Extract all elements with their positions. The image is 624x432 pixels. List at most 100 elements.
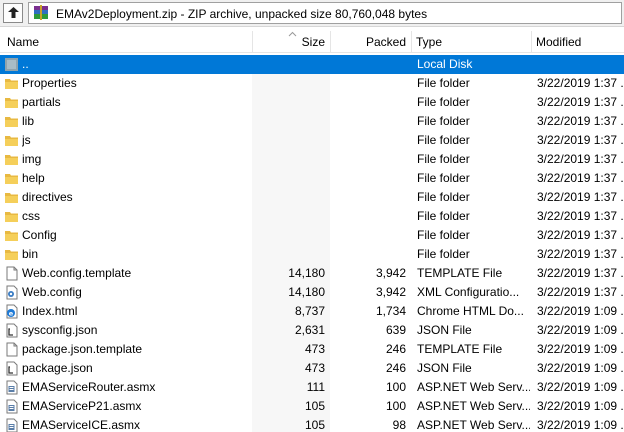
row-size: 8,737: [294, 304, 325, 318]
folder-icon: [5, 250, 18, 260]
row-type: TEMPLATE File: [417, 342, 503, 356]
file-list-row[interactable]: Web.config 14,180 3,942 XML Configuratio...…: [0, 283, 624, 302]
file-list-row[interactable]: css File folder 3/22/2019 1:37 ...: [0, 207, 624, 226]
row-type: ASP.NET Web Serv...: [417, 380, 530, 394]
row-modified: 3/22/2019 1:37 ...: [537, 152, 624, 166]
file-list-row[interactable]: Config File folder 3/22/2019 1:37 ...: [0, 226, 624, 245]
file-icon: [6, 342, 18, 357]
file-list: .. Local Disk Properties File folder 3/22/20…: [0, 55, 624, 432]
row-type: File folder: [417, 190, 470, 204]
row-name: ..: [22, 57, 29, 71]
column-header-type[interactable]: Type: [411, 31, 531, 53]
row-type: Chrome HTML Do...: [417, 304, 524, 318]
row-modified: 3/22/2019 1:09 ...: [537, 342, 624, 356]
row-modified: 3/22/2019 1:09 ...: [537, 323, 624, 337]
up-one-level-button[interactable]: [3, 3, 23, 23]
file-list-row[interactable]: lib File folder 3/22/2019 1:37 ...: [0, 112, 624, 131]
row-packed: 100: [385, 380, 406, 394]
up-folder-icon: [5, 58, 18, 71]
row-packed: 3,942: [375, 285, 406, 299]
row-name: Web.config: [22, 285, 82, 299]
row-size: [252, 207, 325, 226]
row-packed: 100: [385, 399, 406, 413]
row-type: File folder: [417, 247, 470, 261]
row-type: TEMPLATE File: [417, 266, 503, 280]
row-name: EMAServiceICE.asmx: [22, 418, 141, 432]
config-file-icon: [6, 285, 18, 300]
file-list-row[interactable]: .. Local Disk: [0, 55, 624, 74]
row-packed: [331, 131, 406, 150]
row-modified: 3/22/2019 1:09 ...: [537, 304, 624, 318]
row-type: File folder: [417, 133, 470, 147]
file-list-row[interactable]: EMAServiceRouter.asmx 111 100 ASP.NET Web S…: [0, 378, 624, 397]
row-name: lib: [22, 114, 35, 128]
row-size: [252, 245, 325, 264]
folder-icon: [5, 231, 18, 241]
row-size: [252, 74, 325, 93]
svg-text:e: e: [9, 310, 14, 318]
folder-icon: [5, 79, 18, 89]
row-size: 105: [304, 399, 325, 413]
file-list-row[interactable]: Web.config.template 14,180 3,942 TEMPLATE F…: [0, 264, 624, 283]
file-list-row[interactable]: img File folder 3/22/2019 1:37 ...: [0, 150, 624, 169]
row-name: EMAServiceRouter.asmx: [22, 380, 156, 394]
row-packed: [331, 150, 406, 169]
row-name: sysconfig.json: [22, 323, 98, 337]
row-packed: 639: [385, 323, 406, 337]
row-name: bin: [22, 247, 39, 261]
row-modified: 3/22/2019 1:37 ...: [537, 285, 624, 299]
file-list-row[interactable]: e Index.html 8,737 1,734 Chrome HTML Do... 3/…: [0, 302, 624, 321]
row-packed: 1,734: [375, 304, 406, 318]
row-packed: [331, 207, 406, 226]
row-modified: 3/22/2019 1:09 ...: [537, 418, 624, 432]
row-name: directives: [22, 190, 73, 204]
column-header-packed[interactable]: Packed: [330, 31, 411, 53]
row-size: 14,180: [288, 266, 325, 280]
row-modified: 3/22/2019 1:37 ...: [537, 247, 624, 261]
row-type: File folder: [417, 114, 470, 128]
row-modified: 3/22/2019 1:09 ...: [537, 361, 624, 375]
column-header-modified[interactable]: Modified: [531, 31, 624, 53]
row-size: [252, 188, 325, 207]
path-field[interactable]: EMAv2Deployment.zip - ZIP archive, unpac…: [28, 2, 622, 24]
row-packed: [331, 169, 406, 188]
row-packed: [331, 226, 406, 245]
file-list-row[interactable]: package.json 473 246 JSON File 3/22/2019 1:0…: [0, 359, 624, 378]
file-list-row[interactable]: partials File folder 3/22/2019 1:37 ...: [0, 93, 624, 112]
row-modified: 3/22/2019 1:37 ...: [537, 266, 624, 280]
json-file-icon: [6, 323, 18, 338]
row-type: ASP.NET Web Serv...: [417, 399, 530, 413]
file-icon: [6, 266, 18, 281]
row-type: JSON File: [417, 323, 472, 337]
file-list-row[interactable]: js File folder 3/22/2019 1:37 ...: [0, 131, 624, 150]
file-list-row[interactable]: Properties File folder 3/22/2019 1:37 ...: [0, 74, 624, 93]
row-packed: [331, 188, 406, 207]
file-list-row[interactable]: help File folder 3/22/2019 1:37 ...: [0, 169, 624, 188]
folder-icon: [5, 193, 18, 203]
row-modified: 3/22/2019 1:37 ...: [537, 228, 624, 242]
row-name: css: [22, 209, 40, 223]
row-type: XML Configuratio...: [417, 285, 520, 299]
row-name: help: [22, 171, 45, 185]
file-list-row[interactable]: EMAServiceP21.asmx 105 100 ASP.NET Web Serv…: [0, 397, 624, 416]
column-header-name[interactable]: Name: [2, 31, 247, 53]
row-modified: 3/22/2019 1:37 ...: [537, 171, 624, 185]
path-bar: EMAv2Deployment.zip - ZIP archive, unpac…: [0, 0, 624, 27]
file-list-row[interactable]: directives File folder 3/22/2019 1:37 ...: [0, 188, 624, 207]
file-list-row[interactable]: sysconfig.json 2,631 639 JSON File 3/22/2019…: [0, 321, 624, 340]
file-list-row[interactable]: package.json.template 473 246 TEMPLATE File…: [0, 340, 624, 359]
row-modified: 3/22/2019 1:09 ...: [537, 380, 624, 394]
asmx-file-icon: [6, 399, 18, 414]
row-name: Index.html: [22, 304, 78, 318]
row-size: 111: [306, 380, 325, 394]
row-packed: [331, 55, 406, 74]
file-list-row[interactable]: EMAServiceICE.asmx 105 98 ASP.NET Web Serv.…: [0, 416, 624, 432]
row-type: File folder: [417, 152, 470, 166]
folder-icon: [5, 174, 18, 184]
row-modified: 3/22/2019 1:37 ...: [537, 95, 624, 109]
file-list-row[interactable]: bin File folder 3/22/2019 1:37 ...: [0, 245, 624, 264]
column-header-size[interactable]: Size: [252, 31, 330, 53]
row-name: Web.config.template: [22, 266, 132, 280]
row-packed: [331, 93, 406, 112]
row-size: [252, 93, 325, 112]
